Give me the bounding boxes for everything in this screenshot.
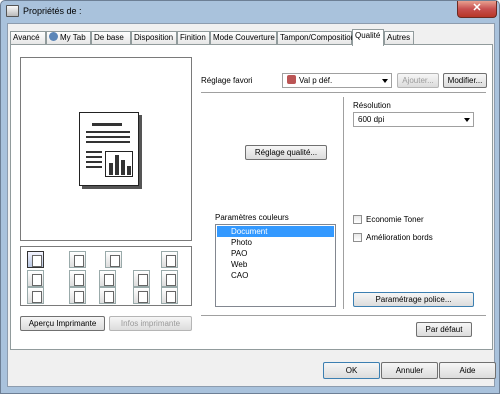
cancel-button[interactable]: Annuler	[381, 362, 438, 379]
tab-my-tab[interactable]: My Tab	[46, 31, 91, 45]
title-bar[interactable]: Propriétés de : ✕	[1, 1, 500, 23]
tab-tampon-composition[interactable]: Tampon/Composition	[277, 31, 356, 45]
default-button[interactable]: Par défaut	[416, 322, 472, 337]
properties-window: Propriétés de : ✕ Avancé My Tab De base …	[0, 0, 500, 394]
tab-label: Mode Couverture	[213, 33, 275, 42]
close-button[interactable]: ✕	[457, 1, 497, 18]
tab-avance[interactable]: Avancé	[10, 31, 46, 45]
quality-panel: Aperçu Imprimante Infos imprimante Régla…	[10, 44, 493, 350]
edge-enhance-checkbox[interactable]	[353, 233, 362, 242]
tab-label: My Tab	[60, 33, 86, 42]
tab-label: Finition	[180, 33, 206, 42]
tab-label: Qualité	[355, 31, 381, 40]
list-item-pao[interactable]: PAO	[217, 248, 334, 259]
separator	[201, 92, 486, 93]
user-icon	[49, 32, 58, 41]
favorite-label: Réglage favori	[201, 76, 253, 85]
stack-icon[interactable]	[27, 270, 44, 287]
printer-preview-button[interactable]: Aperçu Imprimante	[20, 316, 105, 331]
tab-mode-couverture[interactable]: Mode Couverture	[210, 31, 277, 45]
font-settings-button[interactable]: Paramétrage police...	[353, 292, 474, 307]
printer-info-button[interactable]: Infos imprimante	[109, 316, 192, 331]
tab-autres[interactable]: Autres	[384, 31, 414, 45]
favorite-icon	[287, 75, 296, 84]
resolution-select[interactable]: 600 dpi	[353, 112, 474, 127]
document-preview-icon	[79, 112, 139, 186]
tab-label: De base	[94, 33, 124, 42]
window-title: Propriétés de :	[23, 6, 82, 16]
favorite-value: Val p déf.	[299, 76, 333, 85]
color-page-icon[interactable]	[27, 287, 44, 304]
economy-toner-checkbox[interactable]	[353, 215, 362, 224]
chevron-down-icon	[464, 118, 470, 122]
quality-settings-button[interactable]: Réglage qualité...	[245, 145, 327, 160]
header-footer-icon[interactable]	[133, 287, 150, 304]
page-layout-icon[interactable]	[69, 251, 86, 268]
tab-label: Autres	[387, 33, 411, 42]
tab-label: Tampon/Composition	[280, 33, 356, 42]
tab-disposition[interactable]: Disposition	[131, 31, 177, 45]
page-preview	[20, 57, 192, 241]
edge-enhance-label: Amélioration bords	[366, 233, 433, 242]
printer-icon	[6, 5, 19, 17]
tab-strip: Avancé My Tab De base Disposition Finiti…	[10, 29, 494, 46]
list-item-web[interactable]: Web	[217, 259, 334, 270]
secure-print-icon[interactable]	[69, 287, 86, 304]
overlay-icon[interactable]	[161, 287, 178, 304]
economy-toner-label: Economie Toner	[366, 215, 424, 224]
resolution-label: Résolution	[353, 101, 391, 110]
quality-view-icon[interactable]	[27, 251, 44, 268]
booklet-icon[interactable]	[69, 270, 86, 287]
tab-qualite[interactable]: Qualité	[352, 29, 384, 46]
help-button[interactable]: Aide	[439, 362, 496, 379]
favorite-select[interactable]: Val p déf.	[282, 73, 392, 88]
list-item-document[interactable]: Document	[217, 226, 334, 237]
function-icon-grid	[20, 246, 192, 306]
add-favorite-button[interactable]: Ajouter...	[397, 73, 439, 88]
copies-icon[interactable]	[105, 251, 122, 268]
text-page-icon[interactable]	[99, 270, 116, 287]
stamp-icon[interactable]	[161, 270, 178, 287]
color-params-label: Paramètres couleurs	[215, 213, 289, 222]
output-icon[interactable]	[161, 251, 178, 268]
tab-finition[interactable]: Finition	[177, 31, 210, 45]
dialog-client-area: Avancé My Tab De base Disposition Finiti…	[7, 23, 496, 387]
tab-label: Avancé	[13, 33, 40, 42]
watermark-icon[interactable]	[133, 270, 150, 287]
resolution-value: 600 dpi	[358, 115, 385, 124]
chevron-down-icon	[382, 79, 388, 83]
vertical-separator	[343, 97, 344, 309]
user-auth-icon[interactable]	[99, 287, 116, 304]
list-item-photo[interactable]: Photo	[217, 237, 334, 248]
ok-button[interactable]: OK	[323, 362, 380, 379]
separator	[201, 315, 486, 316]
modify-favorite-button[interactable]: Modifier...	[443, 73, 487, 88]
list-item-cao[interactable]: CAO	[217, 270, 334, 281]
tab-de-base[interactable]: De base	[91, 31, 131, 45]
tab-label: Disposition	[134, 33, 174, 42]
color-params-list[interactable]: Document Photo PAO Web CAO	[215, 224, 336, 307]
